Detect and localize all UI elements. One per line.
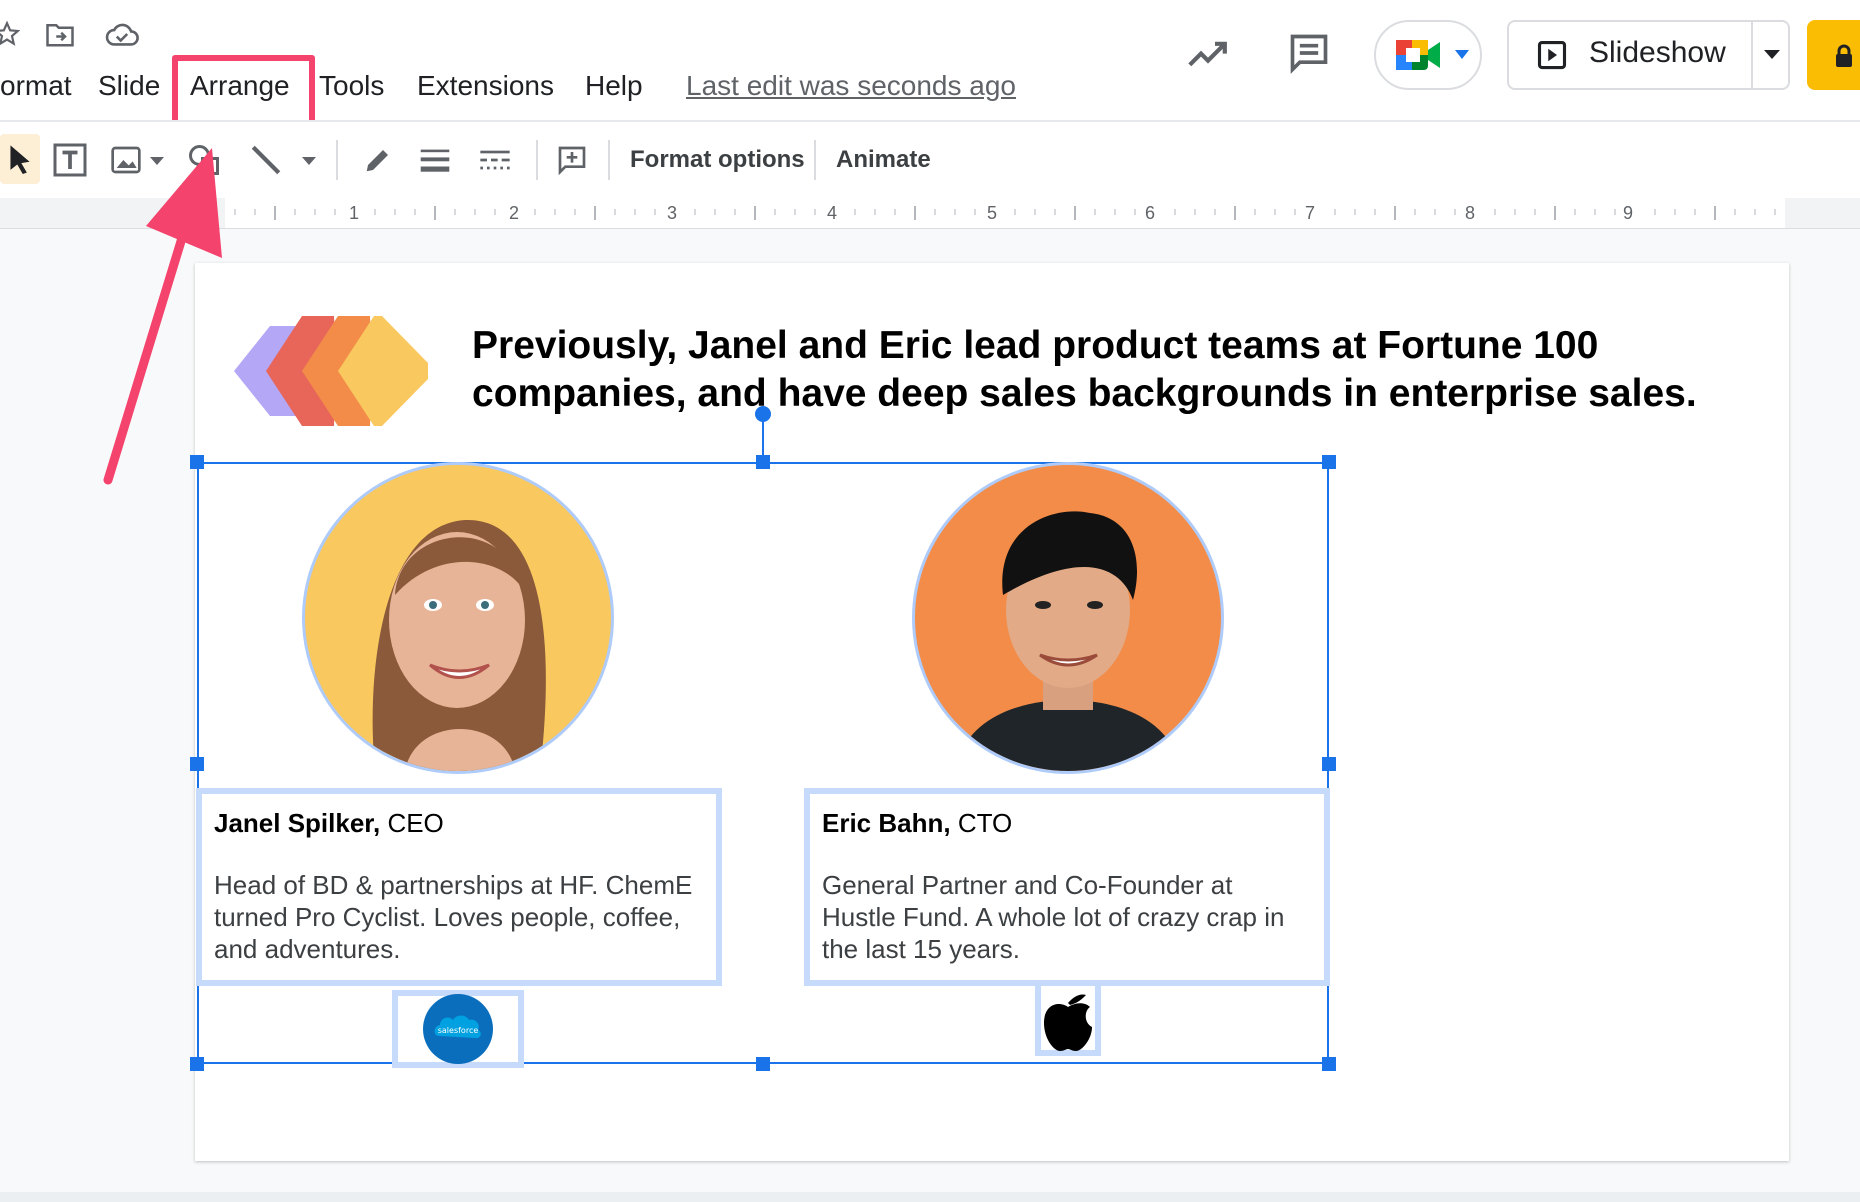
pen-color-icon[interactable] <box>358 140 398 180</box>
ruler-number: 7 <box>1305 203 1316 223</box>
person-bio: Head of BD & partnerships at HF. ChemE t… <box>214 870 693 964</box>
line-icon[interactable] <box>246 140 286 180</box>
speaker-notes-divider[interactable] <box>0 1192 1860 1202</box>
person-name-line: Eric Bahn, CTO <box>822 808 1312 839</box>
shape-icon[interactable] <box>184 140 224 180</box>
person-name: Janel Spilker, <box>214 808 381 838</box>
format-options-button[interactable]: Format options <box>630 146 805 174</box>
person-role: CEO <box>380 808 444 838</box>
ruler-number: 5 <box>987 203 998 223</box>
rotation-handle[interactable] <box>755 406 771 422</box>
arrange-highlight-box <box>172 55 315 126</box>
select-cursor-icon[interactable] <box>0 134 40 184</box>
headline-line-2: companies, and have deep sales backgroun… <box>472 372 1697 415</box>
person-bio: General Partner and Co-Founder at Hustle… <box>822 870 1285 964</box>
toolbar-separator <box>608 140 610 180</box>
share-button[interactable] <box>1807 20 1860 90</box>
slide-headline[interactable]: Previously, Janel and Eric lead product … <box>472 322 1772 418</box>
chevron-down-icon <box>1454 48 1470 62</box>
comments-icon[interactable] <box>1286 30 1332 76</box>
bio-card-janel[interactable]: Janel Spilker, CEO Head of BD & partners… <box>196 788 722 986</box>
resize-handle-e[interactable] <box>1322 757 1336 771</box>
line-dash-icon[interactable] <box>474 140 516 180</box>
present-icon <box>1535 38 1569 72</box>
resize-handle-sw[interactable] <box>190 1057 204 1071</box>
chevron-down-icon[interactable] <box>148 154 166 168</box>
ruler-number: 6 <box>1145 203 1156 223</box>
person-name: Eric Bahn, <box>822 808 951 838</box>
resize-handle-se[interactable] <box>1322 1057 1336 1071</box>
ruler-track: 1 2 3 4 5 6 7 8 9 <box>225 198 1785 228</box>
bio-card-eric[interactable]: Eric Bahn, CTO General Partner and Co-Fo… <box>804 788 1330 986</box>
lock-icon <box>1833 44 1855 68</box>
chevron-down-icon[interactable] <box>300 154 318 168</box>
company-logo[interactable] <box>230 308 430 434</box>
menu-format[interactable]: ormat <box>0 70 72 102</box>
resize-handle-w[interactable] <box>190 757 204 771</box>
toolbar-separator <box>536 140 538 180</box>
line-weight-icon[interactable] <box>414 140 456 180</box>
apple-logo-icon <box>1038 983 1098 1053</box>
top-bar: ormat Slide Arrange Tools Extensions Hel… <box>0 0 1860 126</box>
ruler-number: 9 <box>1623 203 1634 223</box>
svg-text:salesforce: salesforce <box>438 1026 479 1035</box>
ruler-number: 2 <box>509 203 520 223</box>
activity-trend-icon[interactable] <box>1186 38 1230 72</box>
ruler-number: 8 <box>1465 203 1476 223</box>
text-box-icon[interactable] <box>50 140 90 180</box>
salesforce-logo-box[interactable]: salesforce <box>392 990 524 1068</box>
star-icon[interactable] <box>0 20 20 48</box>
slideshow-button[interactable]: Slideshow <box>1507 20 1790 90</box>
google-meet-button[interactable] <box>1374 20 1482 90</box>
animate-button[interactable]: Animate <box>836 146 931 174</box>
insert-image-icon[interactable] <box>106 140 146 180</box>
resize-handle-nw[interactable] <box>190 455 204 469</box>
add-comment-icon[interactable] <box>552 140 592 180</box>
slideshow-label: Slideshow <box>1589 36 1726 69</box>
ruler-number: 1 <box>349 203 360 223</box>
resize-handle-s[interactable] <box>756 1057 770 1071</box>
google-meet-icon <box>1394 36 1444 74</box>
ruler-number: 3 <box>667 203 678 223</box>
dropdown-caret-icon[interactable] <box>1757 42 1787 68</box>
horizontal-ruler[interactable]: 1 2 3 4 5 6 7 8 9 <box>0 198 1860 229</box>
move-to-folder-icon[interactable] <box>44 18 76 50</box>
toolbar: Format options Animate <box>0 122 1860 198</box>
avatar-eric[interactable] <box>912 462 1224 774</box>
headline-line-1: Previously, Janel and Eric lead product … <box>472 324 1599 367</box>
person-role: CTO <box>950 808 1013 838</box>
toolbar-separator <box>814 140 816 180</box>
menu-extensions[interactable]: Extensions <box>417 70 554 102</box>
salesforce-logo-icon: salesforce <box>423 994 493 1064</box>
resize-handle-n[interactable] <box>756 455 770 469</box>
person-name-line: Janel Spilker, CEO <box>214 808 704 839</box>
menu-help[interactable]: Help <box>585 70 643 102</box>
ruler-ticks <box>234 206 1776 220</box>
resize-handle-ne[interactable] <box>1322 455 1336 469</box>
cloud-saved-icon[interactable] <box>104 18 140 50</box>
menu-tools[interactable]: Tools <box>319 70 384 102</box>
slideshow-divider <box>1751 22 1753 88</box>
avatar-janel[interactable] <box>302 462 614 774</box>
last-edit-link[interactable]: Last edit was seconds ago <box>686 70 1016 102</box>
ruler-number: 4 <box>827 203 838 223</box>
menu-slide[interactable]: Slide <box>98 70 160 102</box>
apple-logo-box[interactable] <box>1035 980 1101 1056</box>
toolbar-separator <box>336 140 338 180</box>
